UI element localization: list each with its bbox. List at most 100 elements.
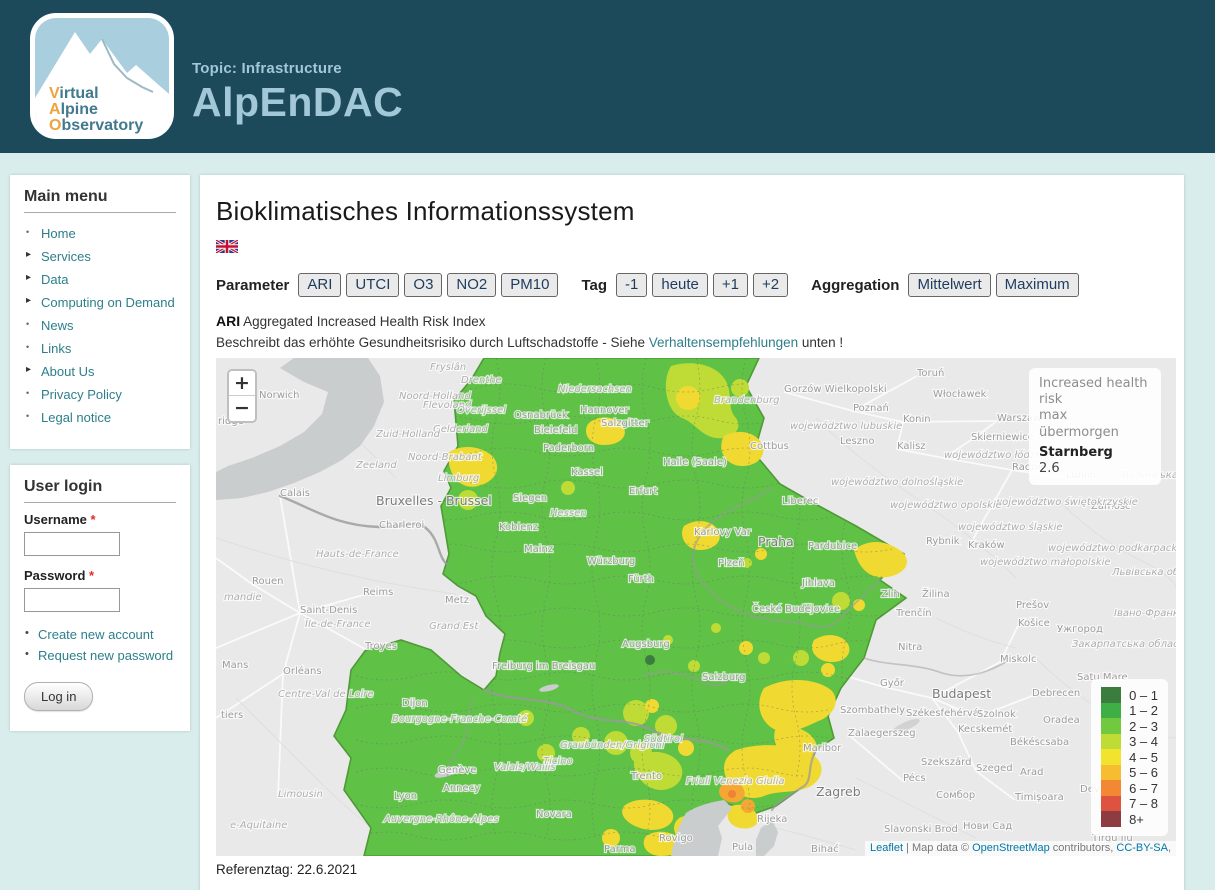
map-city-label: województwo małopolskie — [980, 556, 1111, 568]
log-in-button[interactable]: Log in — [24, 682, 93, 711]
login-links: •Create new account•Request new password — [24, 624, 176, 666]
tag-button-1[interactable]: -1 — [616, 273, 647, 297]
parameter-button-o3[interactable]: O3 — [404, 273, 442, 297]
map-city-label: Žilina — [922, 587, 950, 600]
sidebar-item-links[interactable]: • Links — [24, 337, 176, 360]
ccbysa-link[interactable]: CC-BY-SA — [1116, 842, 1168, 854]
map-city-label: Toruń — [916, 367, 944, 379]
user-login-title: User login — [24, 478, 176, 503]
map-city-label: Miskolc — [1000, 654, 1036, 665]
popup-line1: Increased health risk — [1039, 376, 1151, 409]
user-login-box: User login Username * Password * •Create… — [10, 465, 190, 731]
map-city-label: Gorzów Wielkopolski — [784, 383, 887, 395]
map-city-label: Poznań — [853, 402, 889, 414]
map-city-label: Jihlava — [801, 578, 835, 589]
sidebar-item-privacy-policy[interactable]: •Privacy Policy — [24, 383, 176, 406]
zoom-in-button[interactable]: + — [229, 371, 255, 396]
zoom-out-button[interactable]: − — [229, 396, 255, 421]
map-city-label: Troyes — [364, 641, 397, 652]
map-city-label: Slavonski Brod — [884, 824, 958, 835]
menu-link[interactable]: Legal notice — [41, 410, 111, 425]
map-city-label: Koblenz — [499, 522, 538, 533]
tag-label: Tag — [581, 277, 607, 294]
menu-link[interactable]: About Us — [41, 364, 94, 379]
login-link[interactable]: Create new account — [38, 627, 154, 642]
menu-link[interactable]: Data — [41, 272, 68, 287]
sidebar-item-home[interactable]: •Home — [24, 222, 176, 245]
map-city-label: Kalisz — [897, 441, 926, 452]
map-city-label: Overijssel — [457, 405, 506, 416]
uk-flag-icon[interactable] — [216, 240, 238, 253]
username-field[interactable] — [24, 532, 120, 556]
mountain-logo-icon: Virtual Alpine Observatory — [35, 18, 169, 134]
sidebar-item-legal-notice[interactable]: •Legal notice — [24, 406, 176, 429]
login-link-item[interactable]: •Request new password — [24, 645, 176, 666]
sidebar-item-computing-on-demand[interactable]: ▸ Computing on Demand — [24, 291, 176, 314]
menu-link[interactable]: Services — [41, 249, 91, 264]
legend-label: 4 – 5 — [1129, 750, 1158, 765]
sidebar-item-services[interactable]: ▸Services — [24, 245, 176, 268]
map-city-label: Bihać — [811, 843, 839, 855]
parameter-abbr: ARI — [216, 313, 240, 329]
map-city-label: Закарпатська область — [1072, 638, 1176, 650]
map-city-label: e-Aquitaine — [230, 820, 287, 831]
tag-button-1[interactable]: +1 — [713, 273, 748, 297]
expand-arrow-icon: ▸ — [26, 364, 31, 375]
password-field[interactable] — [24, 588, 120, 612]
leaflet-link[interactable]: Leaflet — [870, 842, 903, 854]
menu-link[interactable]: Home — [41, 226, 76, 241]
map-attribution: Leaflet | Map data © OpenStreetMap contr… — [865, 841, 1176, 856]
map-city-label: Ticino — [543, 756, 573, 767]
menu-link[interactable]: Computing on Demand — [41, 295, 175, 310]
legend-row: 4 – 5 — [1101, 749, 1158, 765]
parameter-button-no2[interactable]: NO2 — [447, 273, 496, 297]
login-link-item[interactable]: •Create new account — [24, 624, 176, 645]
map-city-label: Karlovy Var — [694, 527, 752, 538]
map-city-label: województwo podkarpackie — [1048, 542, 1176, 554]
aggregation-button-mittelwert[interactable]: Mittelwert — [908, 273, 990, 297]
map-city-label: Trenčín — [895, 607, 932, 619]
tag-button-heute[interactable]: heute — [652, 273, 708, 297]
bullet-icon: • — [26, 319, 29, 329]
map-city-label: Liberec — [782, 496, 818, 507]
map-city-label: Pula — [732, 842, 753, 853]
sidebar: Main menu •Home▸Services▸Data▸Computing … — [10, 175, 190, 747]
map-city-label: Maribor — [803, 743, 842, 754]
map-city-label: Timișoara — [1014, 792, 1064, 803]
verhaltensempfehlungen-link[interactable]: Verhaltensempfehlungen — [649, 335, 798, 350]
tag-button-2[interactable]: +2 — [753, 273, 788, 297]
aggregation-button-maximum[interactable]: Maximum — [996, 273, 1079, 297]
menu-link[interactable]: Privacy Policy — [41, 387, 122, 402]
map-city-label: Budapest — [932, 686, 991, 701]
sidebar-item-news[interactable]: • News — [24, 314, 176, 337]
menu-link[interactable]: News — [41, 318, 74, 333]
leaflet-map[interactable]: NorwichridgeFryslânDrentheNoord-HollandF… — [216, 358, 1176, 856]
parameter-button-pm10[interactable]: PM10 — [501, 273, 558, 297]
login-link[interactable]: Request new password — [38, 648, 173, 663]
map-city-label: Arad — [1020, 767, 1043, 778]
osm-link[interactable]: OpenStreetMap — [972, 842, 1050, 854]
vao-logo[interactable]: Virtual Alpine Observatory — [30, 13, 174, 139]
parameter-button-ari[interactable]: ARI — [298, 273, 341, 297]
legend-swatch — [1101, 796, 1121, 812]
legend-swatch — [1101, 703, 1121, 719]
map-city-label: Івано-Франківська — [1114, 607, 1176, 619]
app-title[interactable]: AlpEnDAC — [192, 79, 403, 126]
bullet-icon: • — [26, 342, 29, 352]
map-city-label: Erfurt — [629, 486, 657, 497]
header-titles: Topic: Infrastructure AlpEnDAC — [192, 60, 403, 126]
menu-link[interactable]: Links — [41, 341, 71, 356]
sidebar-item-data[interactable]: ▸Data — [24, 268, 176, 291]
map-city-label: Zagreb — [816, 784, 861, 799]
parameter-button-utci[interactable]: UTCI — [346, 273, 399, 297]
legend-swatch — [1101, 811, 1121, 827]
map-city-label: Reims — [363, 587, 393, 598]
map-city-label: Drenthe — [461, 375, 502, 386]
map-city-label: Hauts-de-France — [316, 549, 399, 560]
map-city-label: Rijeka — [757, 814, 787, 825]
expand-arrow-icon: ▸ — [26, 295, 31, 306]
map-city-label: Novara — [536, 809, 572, 820]
map-city-label: Salzgitter — [601, 418, 650, 429]
sidebar-item-about-us[interactable]: ▸ About Us — [24, 360, 176, 383]
map-city-label: České Budějovice — [752, 602, 840, 615]
